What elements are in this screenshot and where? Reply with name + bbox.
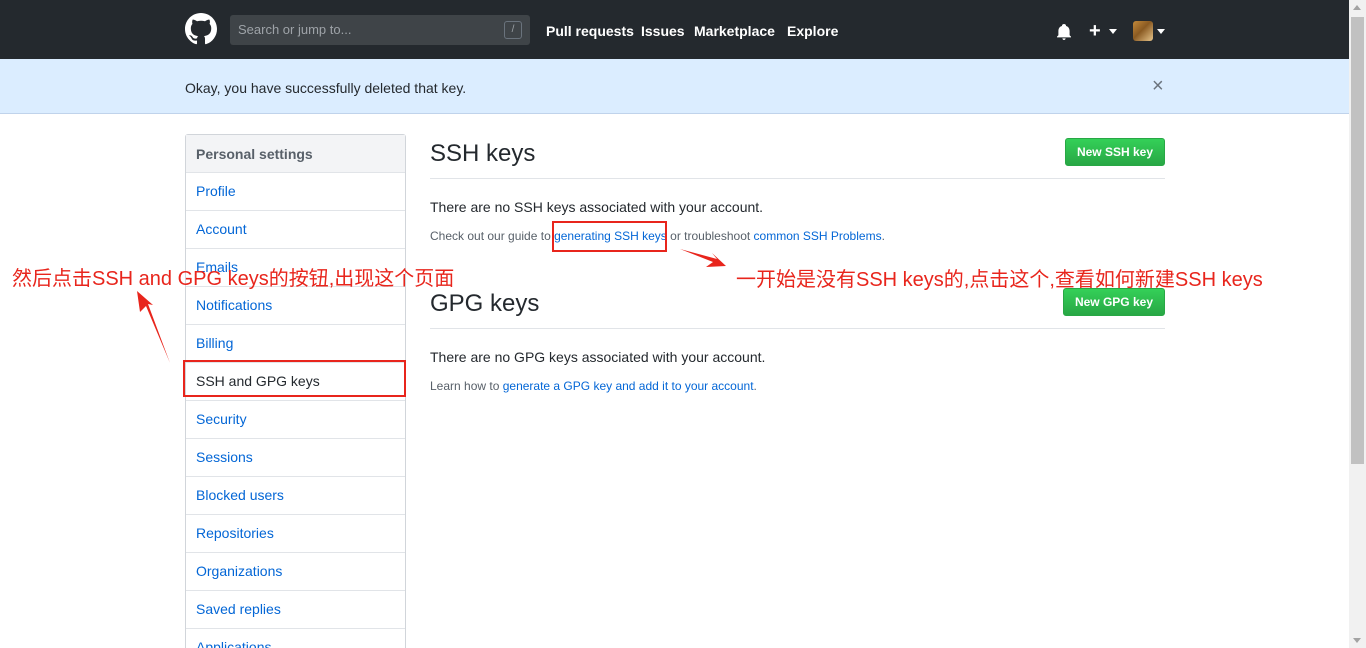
arrow-right-icon — [680, 249, 726, 267]
arrow-left-icon — [137, 291, 170, 363]
page-scrollbar[interactable] — [1349, 0, 1366, 648]
scrollbar-thumb[interactable] — [1351, 17, 1364, 464]
scroll-up-icon[interactable] — [1353, 5, 1361, 10]
scroll-down-icon[interactable] — [1353, 638, 1361, 643]
annotation-arrows — [137, 249, 726, 363]
